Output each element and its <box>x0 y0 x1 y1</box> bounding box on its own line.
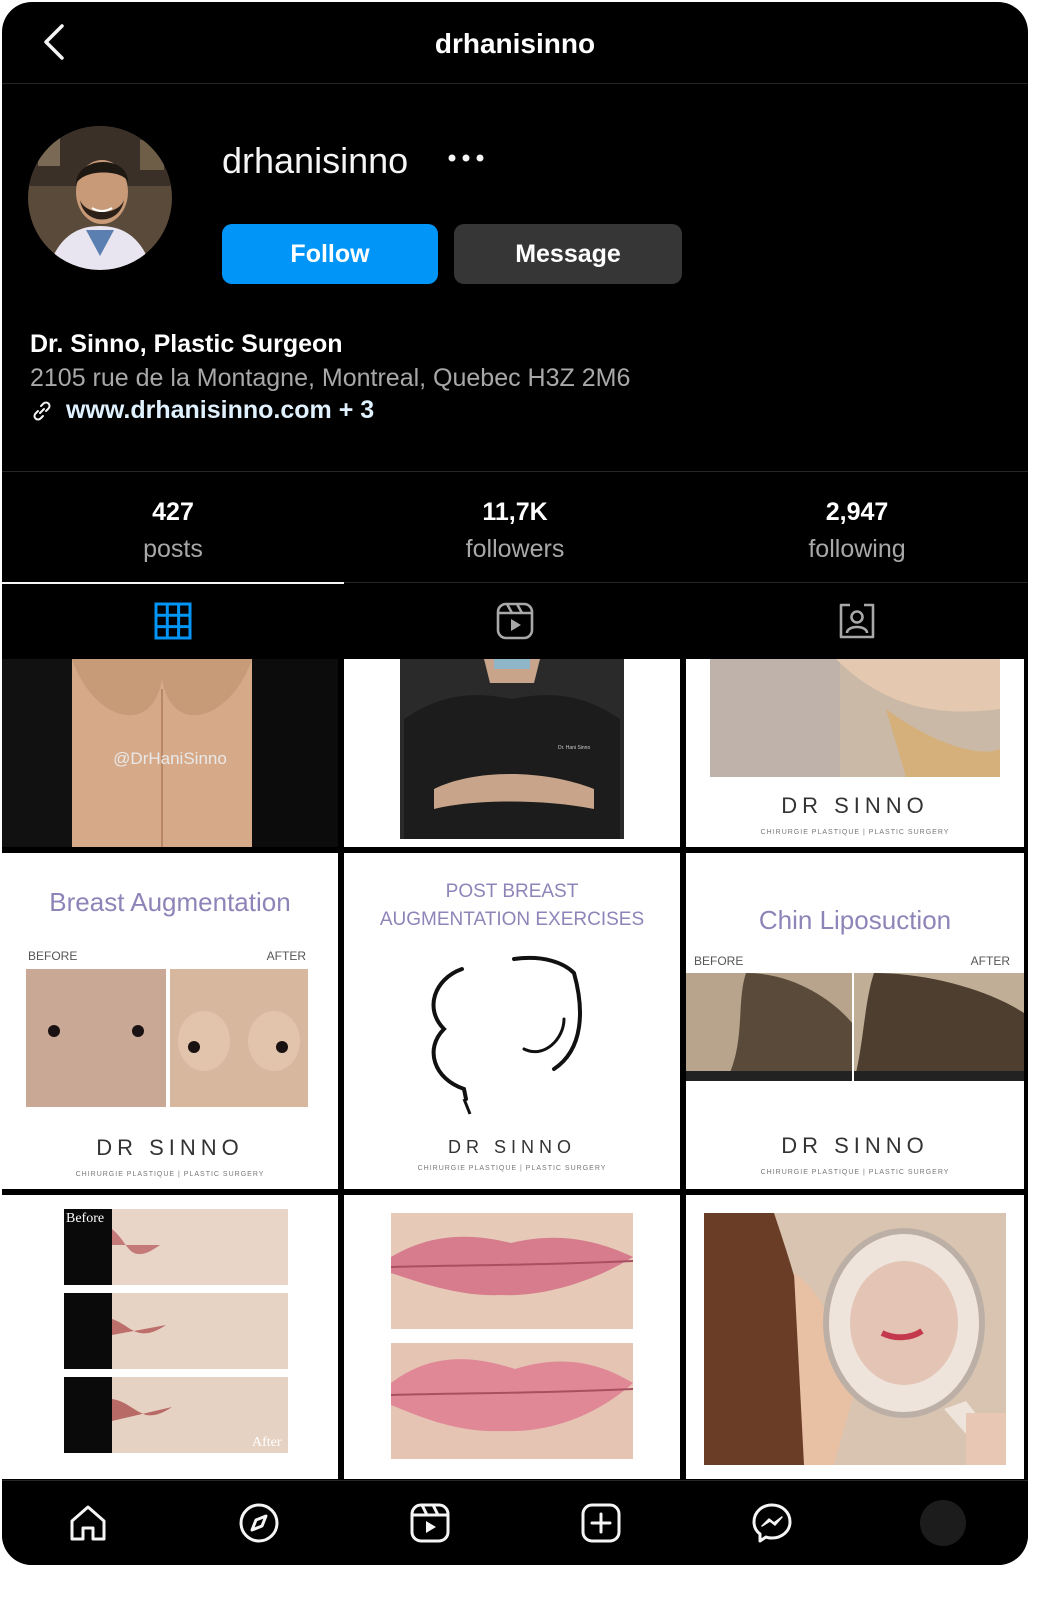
post-tile[interactable]: Dr. Hani Sinno <box>344 659 680 847</box>
app-screen: drhanisinno drhanisinno Follow Message D… <box>2 2 1028 1565</box>
before-photo <box>686 973 852 1081</box>
post-tile[interactable] <box>686 1195 1024 1479</box>
follow-button[interactable]: Follow <box>222 224 438 284</box>
post-tile[interactable]: Breast Augmentation BEFORE AFTER DR SINN… <box>2 853 338 1189</box>
before-photo <box>26 969 166 1107</box>
before-label: BEFORE <box>694 954 744 968</box>
after-photo <box>854 973 1024 1081</box>
post-tile[interactable]: POST BREAST AUGMENTATION EXERCISES DR SI… <box>344 853 680 1189</box>
profile-username: drhanisinno <box>222 140 409 181</box>
after-label: After <box>252 1435 282 1450</box>
post-brand-sub: CHIRURGIE PLASTIQUE | PLASTIC SURGERY <box>760 829 950 836</box>
post-brand-sub: CHIRURGIE PLASTIQUE | PLASTIC SURGERY <box>417 1165 607 1172</box>
stat-label: posts <box>143 535 203 563</box>
post-tile[interactable]: Before After <box>2 1195 338 1479</box>
nav-new-post[interactable] <box>515 1481 686 1565</box>
post-title-line-2: AUGMENTATION EXERCISES <box>379 909 645 930</box>
post-title: Chin Liposuction <box>758 905 952 935</box>
link-icon <box>30 399 54 423</box>
lips-before-photo <box>391 1213 633 1329</box>
post-brand-sub: CHIRURGIE PLASTIQUE | PLASTIC SURGERY <box>760 1169 950 1176</box>
post-title-line-1: POST BREAST <box>445 881 579 902</box>
stat-label: following <box>808 535 906 563</box>
new-post-icon <box>581 1503 620 1543</box>
page-title: drhanisinno <box>434 28 596 59</box>
stat-value: 11,7K <box>482 498 548 526</box>
profile-avatar <box>919 1500 966 1546</box>
after-label: AFTER <box>970 954 1010 968</box>
post-brand: DR SINNO <box>447 1137 576 1157</box>
line-drawing <box>431 956 582 1115</box>
nav-profile[interactable] <box>857 1481 1028 1565</box>
post-tile[interactable]: Chin Liposuction BEFORE AFTER DR SINNO C… <box>686 853 1024 1189</box>
stat-following[interactable]: 2,947 following <box>686 472 1028 582</box>
bio-link-text[interactable]: www.drhanisinno.com + 3 <box>66 396 374 425</box>
top-bar: drhanisinno <box>2 2 1028 84</box>
stat-value: 2,947 <box>825 498 889 526</box>
explore-icon <box>239 1503 278 1543</box>
post-tile[interactable]: @DrHaniSinno <box>2 659 338 847</box>
more-options-icon[interactable] <box>446 148 490 168</box>
stat-posts[interactable]: 427 posts <box>2 472 344 582</box>
bio-link[interactable]: www.drhanisinno.com + 3 <box>30 396 374 425</box>
nav-reels[interactable] <box>344 1481 515 1565</box>
tagged-icon <box>839 603 875 639</box>
profile-tabs <box>2 582 1028 659</box>
before-label: BEFORE <box>28 949 78 963</box>
reels-icon <box>410 1503 449 1543</box>
lips-mid-photo <box>64 1293 288 1369</box>
grid-icon <box>154 602 192 640</box>
tab-tagged[interactable] <box>686 583 1028 659</box>
reels-icon <box>496 602 534 640</box>
stat-value: 427 <box>152 498 194 526</box>
post-brand: DR SINNO <box>781 793 929 818</box>
home-icon <box>70 1505 105 1541</box>
message-button[interactable]: Message <box>454 224 682 284</box>
mirror-photo <box>704 1213 1006 1465</box>
post-brand: DR SINNO <box>96 1135 244 1160</box>
stat-followers[interactable]: 11,7K followers <box>344 472 686 582</box>
nav-messenger[interactable] <box>686 1481 857 1565</box>
profile-avatar[interactable] <box>28 126 172 270</box>
post-grid: @DrHaniSinno Dr. Hani Sinno DR SINNO CHI… <box>2 659 1024 1479</box>
tab-posts[interactable] <box>2 582 344 659</box>
post-tile[interactable] <box>344 1195 680 1479</box>
bio-address: 2105 rue de la Montagne, Montreal, Quebe… <box>30 364 631 392</box>
post-tile[interactable]: DR SINNO CHIRURGIE PLASTIQUE | PLASTIC S… <box>686 659 1024 847</box>
lips-after-photo <box>391 1343 633 1459</box>
post-title: Breast Augmentation <box>49 887 291 917</box>
post-brand: DR SINNO <box>781 1133 929 1158</box>
after-photo <box>170 969 308 1107</box>
after-label: AFTER <box>266 949 306 963</box>
messenger-icon <box>752 1503 791 1543</box>
bio-name: Dr. Sinno, Plastic Surgeon <box>30 330 343 358</box>
bottom-nav <box>2 1480 1028 1565</box>
nav-home[interactable] <box>2 1481 173 1565</box>
tab-reels[interactable] <box>344 583 686 659</box>
post-brand-sub: CHIRURGIE PLASTIQUE | PLASTIC SURGERY <box>75 1171 265 1178</box>
profile-stats: 427 posts 11,7K followers 2,947 followin… <box>2 471 1028 583</box>
before-label: Before <box>66 1211 105 1226</box>
stat-label: followers <box>465 535 565 563</box>
nav-explore[interactable] <box>173 1481 344 1565</box>
post-watermark: @DrHaniSinno <box>113 749 227 768</box>
post-badge: Dr. Hani Sinno <box>558 745 591 751</box>
